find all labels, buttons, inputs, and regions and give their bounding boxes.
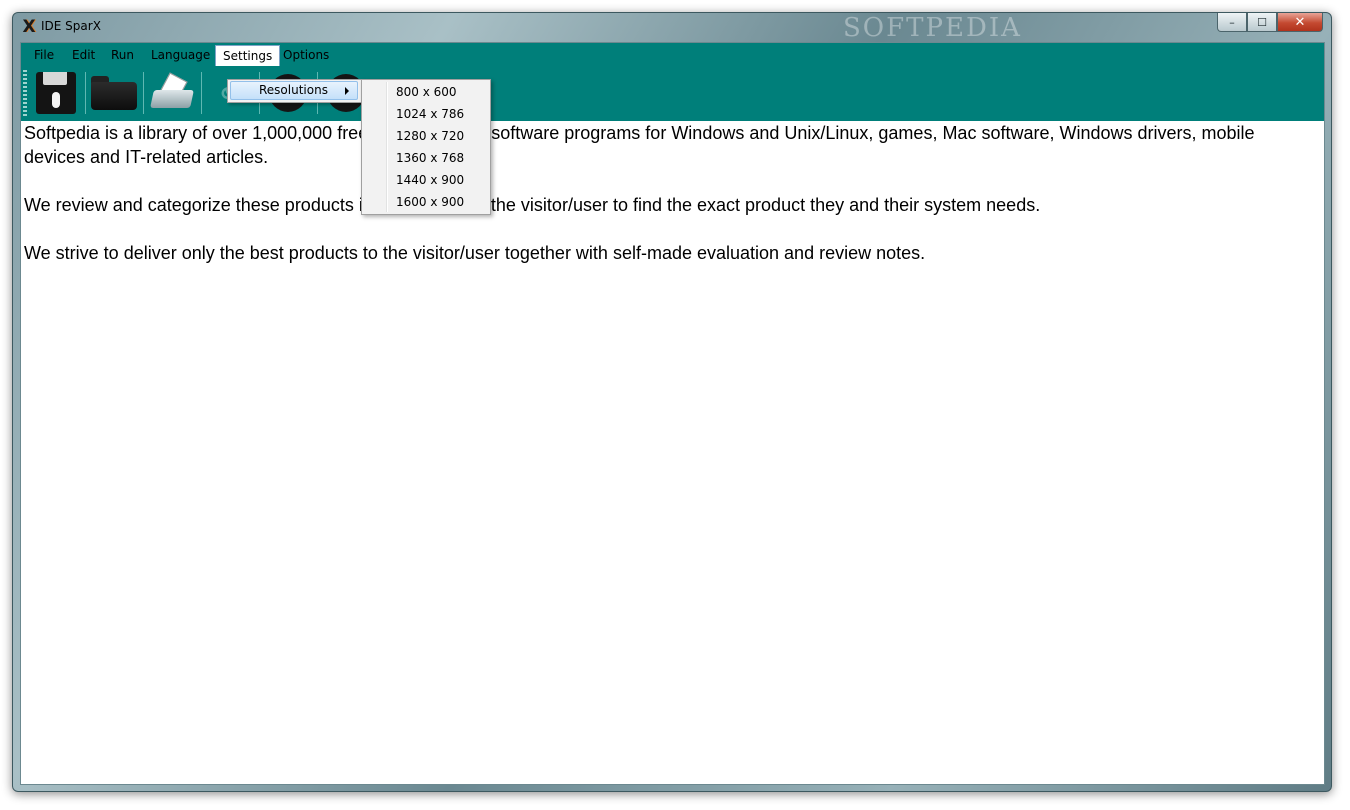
minimize-button[interactable]: –	[1217, 13, 1247, 32]
resolution-option[interactable]: 1024 x 786	[364, 103, 486, 125]
resolution-option[interactable]: 800 x 600	[364, 81, 486, 103]
toolbar-separator	[143, 72, 144, 114]
editor-paragraph: Softpedia is a library of over 1,000,000…	[24, 123, 1255, 167]
toolbar-separator	[201, 72, 202, 114]
resolution-option[interactable]: 1600 x 900	[364, 191, 486, 213]
app-window: X IDE SparX SOFTPEDIA – ☐ ✕ File Edit Ru…	[12, 12, 1332, 792]
resolution-option[interactable]: 1280 x 720	[364, 125, 486, 147]
window-controls: – ☐ ✕	[1217, 13, 1323, 33]
menu-run[interactable]: Run	[104, 46, 141, 64]
menu-bar: File Edit Run Language Settings Options	[21, 43, 1324, 66]
open-button[interactable]	[89, 69, 139, 117]
app-logo-icon: X	[22, 17, 36, 37]
settings-dropdown: Resolutions	[227, 79, 363, 103]
open-folder-icon	[91, 76, 137, 110]
submenu-arrow-icon	[345, 87, 349, 95]
editor-paragraph: We strive to deliver only the best produ…	[24, 243, 926, 263]
editor-paragraph: We review and categorize these products …	[24, 195, 1041, 215]
resolution-option[interactable]: 1440 x 900	[364, 169, 486, 191]
print-button[interactable]	[147, 69, 197, 117]
menu-language[interactable]: Language	[144, 46, 217, 64]
resolutions-submenu: 800 x 600 1024 x 786 1280 x 720 1360 x 7…	[361, 79, 491, 215]
window-title: IDE SparX	[41, 19, 101, 33]
menu-file[interactable]: File	[27, 46, 61, 64]
editor-text-area[interactable]: Softpedia is a library of over 1,000,000…	[24, 121, 1320, 289]
client-area: File Edit Run Language Settings Options	[20, 42, 1325, 785]
print-icon	[150, 72, 194, 112]
close-button[interactable]: ✕	[1277, 13, 1323, 32]
title-bar[interactable]: X IDE SparX SOFTPEDIA – ☐ ✕	[13, 13, 1331, 43]
menu-settings[interactable]: Settings	[215, 45, 281, 66]
maximize-button[interactable]: ☐	[1247, 13, 1277, 32]
resolution-option[interactable]: 1360 x 768	[364, 147, 486, 169]
save-icon	[36, 72, 76, 114]
watermark: SOFTPEDIA	[843, 13, 1022, 43]
toolbar: ⚭ i ?	[21, 66, 1324, 121]
menu-options[interactable]: Options	[276, 46, 336, 64]
save-button[interactable]	[31, 69, 81, 117]
toolbar-grip[interactable]	[23, 70, 27, 116]
toolbar-separator	[85, 72, 86, 114]
menu-edit[interactable]: Edit	[65, 46, 102, 64]
menu-item-resolutions[interactable]: Resolutions	[230, 81, 358, 100]
menu-item-label: Resolutions	[259, 83, 328, 97]
